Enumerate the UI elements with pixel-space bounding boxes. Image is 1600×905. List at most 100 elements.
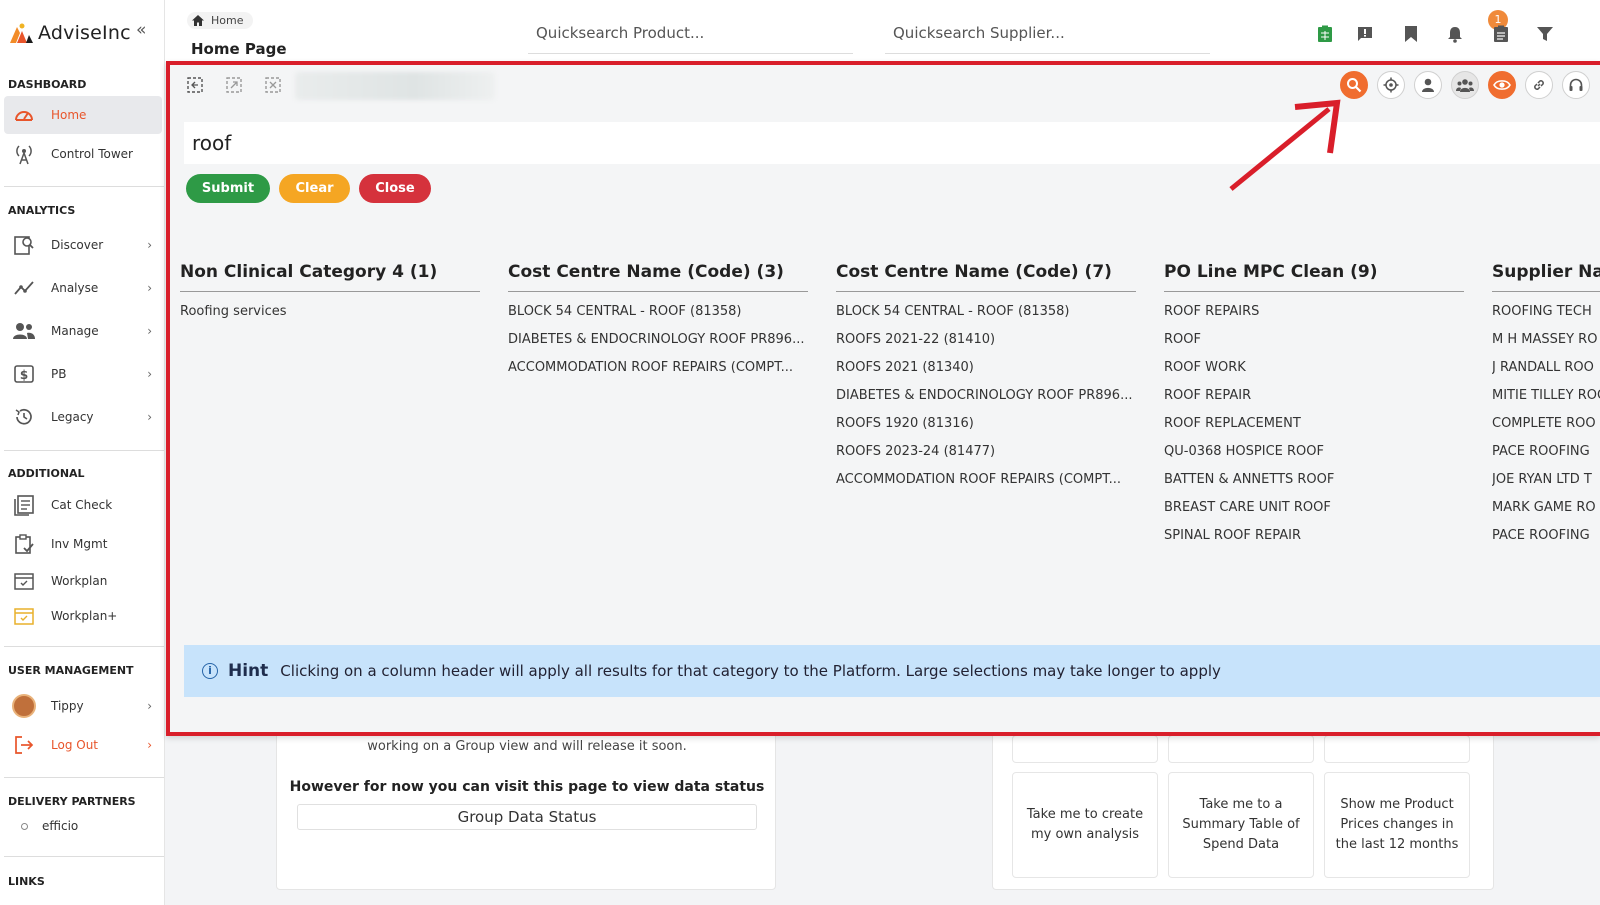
eye-icon[interactable]	[1488, 71, 1516, 99]
sidebar: AdviseInc « DASHBOARD Home Control Tower…	[0, 0, 165, 905]
quick-action-price-changes[interactable]: Show me Product Prices changes in the la…	[1324, 772, 1470, 878]
clipboard-check-icon	[12, 532, 36, 556]
sidebar-item-manage[interactable]: Manage ›	[4, 312, 162, 350]
result-item[interactable]: BLOCK 54 CENTRAL - ROOF (81358)	[508, 300, 808, 328]
feedback-icon[interactable]	[1354, 23, 1376, 45]
result-item[interactable]: ROOF	[1164, 328, 1464, 356]
discover-icon	[12, 233, 36, 257]
clear-button[interactable]: Clear	[279, 174, 350, 203]
result-column: PO Line MPC Clean (9) ROOF REPAIRS ROOF …	[1164, 262, 1464, 552]
result-item[interactable]: COMPLETE ROO	[1492, 412, 1600, 440]
quicksearch-supplier-input[interactable]: Quicksearch Supplier...	[885, 18, 1210, 54]
result-item[interactable]: ROOFS 2021-22 (81410)	[836, 328, 1136, 356]
clipboard-icon[interactable]	[1490, 23, 1512, 45]
column-header-non-clinical-category[interactable]: Non Clinical Category 4 (1)	[180, 262, 480, 292]
sidebar-item-discover[interactable]: Discover ›	[4, 226, 162, 264]
result-item[interactable]: BREAST CARE UNIT ROOF	[1164, 496, 1464, 524]
result-column: Non Clinical Category 4 (1) Roofing serv…	[180, 262, 480, 328]
brand-logo[interactable]: AdviseInc	[8, 18, 131, 48]
sidebar-item-label: Analyse	[51, 281, 99, 295]
column-header-po-line-mpc[interactable]: PO Line MPC Clean (9)	[1164, 262, 1464, 292]
result-item[interactable]: ROOFING TECH	[1492, 300, 1600, 328]
result-item[interactable]: ACCOMMODATION ROOF REPAIRS (COMPT...	[836, 468, 1136, 496]
sidebar-item-user[interactable]: Tippy ›	[4, 687, 162, 725]
result-item[interactable]: ACCOMMODATION ROOF REPAIRS (COMPT...	[508, 356, 808, 384]
result-item[interactable]: ROOF WORK	[1164, 356, 1464, 384]
result-item[interactable]: DIABETES & ENDOCRINOLOGY ROOF PR896...	[508, 328, 808, 356]
group-data-status-button[interactable]: Group Data Status	[297, 804, 757, 830]
user-icon[interactable]	[1414, 71, 1442, 99]
export-selection-icon[interactable]	[223, 74, 245, 96]
sidebar-item-label: Home	[51, 108, 87, 122]
sidebar-item-legacy[interactable]: Legacy ›	[4, 398, 162, 436]
result-item[interactable]: M H MASSEY RO	[1492, 328, 1600, 356]
sidebar-item-label: Legacy	[51, 410, 94, 424]
close-button[interactable]: Close	[359, 174, 431, 203]
filter-icon[interactable]	[1534, 23, 1556, 45]
sidebar-item-control-tower[interactable]: Control Tower	[4, 135, 162, 173]
sidebar-item-home[interactable]: Home	[4, 96, 162, 134]
result-item[interactable]: JOE RYAN LTD T	[1492, 468, 1600, 496]
bookmark-icon[interactable]	[1400, 23, 1422, 45]
result-item[interactable]: PACE ROOFING	[1492, 440, 1600, 468]
result-item[interactable]: ROOF REPAIR	[1164, 384, 1464, 412]
result-item[interactable]: ROOFS 1920 (81316)	[836, 412, 1136, 440]
result-item[interactable]: ROOF REPAIRS	[1164, 300, 1464, 328]
result-item[interactable]: QU-0368 HOSPICE ROOF	[1164, 440, 1464, 468]
link-icon[interactable]	[1525, 71, 1553, 99]
bell-icon[interactable]	[1444, 23, 1466, 45]
quick-action-summary-table[interactable]: Take me to a Summary Table of Spend Data	[1168, 772, 1314, 878]
quick-action-tile[interactable]	[1324, 735, 1470, 763]
sidebar-item-pb[interactable]: $ PB ›	[4, 355, 162, 393]
sidebar-item-analyse[interactable]: Analyse ›	[4, 269, 162, 307]
quick-action-create-analysis[interactable]: Take me to create my own analysis	[1012, 772, 1158, 878]
result-item[interactable]: ROOF REPLACEMENT	[1164, 412, 1464, 440]
sidebar-item-label: Manage	[51, 324, 99, 338]
quick-action-tile[interactable]	[1168, 735, 1314, 763]
chevron-right-icon: ›	[147, 324, 152, 338]
annotation-arrow-icon	[1229, 99, 1341, 191]
result-item[interactable]: MARK GAME RO	[1492, 496, 1600, 524]
column-header-cost-centre-3[interactable]: Cost Centre Name (Code) (3)	[508, 262, 808, 292]
analyse-icon	[12, 276, 36, 300]
group-view-bold-text: However for now you can visit this page …	[289, 779, 765, 795]
headset-icon[interactable]	[1562, 71, 1590, 99]
result-column: Cost Centre Name (Code) (3) BLOCK 54 CEN…	[508, 262, 808, 384]
result-item[interactable]: DIABETES & ENDOCRINOLOGY ROOF PR896...	[836, 384, 1136, 412]
chevron-right-icon: ›	[147, 281, 152, 295]
hint-banner: i Hint Clicking on a column header will …	[184, 645, 1600, 697]
chevron-right-icon: ›	[147, 238, 152, 252]
result-item[interactable]: Roofing services	[180, 300, 480, 328]
result-item[interactable]: J RANDALL ROO	[1492, 356, 1600, 384]
target-icon[interactable]	[1377, 71, 1405, 99]
result-item[interactable]: PACE ROOFING	[1492, 524, 1600, 552]
breadcrumb[interactable]: Home	[187, 12, 254, 29]
column-header-supplier[interactable]: Supplier Na	[1492, 262, 1600, 292]
collapse-sidebar-button[interactable]: «	[136, 20, 146, 40]
clear-selection-icon[interactable]	[262, 74, 284, 96]
select-area-icon[interactable]	[184, 74, 206, 96]
hint-text: Clicking on a column header will apply a…	[280, 662, 1221, 680]
quicksearch-product-input[interactable]: Quicksearch Product...	[528, 18, 853, 54]
submit-button[interactable]: Submit	[186, 174, 270, 203]
result-item[interactable]: MITIE TILLEY ROO	[1492, 384, 1600, 412]
spreadsheet-icon[interactable]	[1314, 23, 1336, 45]
result-item[interactable]: ROOFS 2023-24 (81477)	[836, 440, 1136, 468]
group-icon[interactable]	[1451, 71, 1479, 99]
sidebar-item-workplan-plus[interactable]: Workplan+	[4, 597, 162, 635]
quick-action-tile[interactable]	[1012, 735, 1158, 763]
result-item[interactable]: BLOCK 54 CENTRAL - ROOF (81358)	[836, 300, 1136, 328]
result-item[interactable]: BATTEN & ANNETTS ROOF	[1164, 468, 1464, 496]
antenna-icon	[12, 142, 36, 166]
section-delivery-partners: DELIVERY PARTNERS	[8, 795, 136, 808]
gauge-icon	[12, 103, 36, 127]
sidebar-item-partner[interactable]: efficio	[4, 810, 162, 842]
result-item[interactable]: ROOFS 2021 (81340)	[836, 356, 1136, 384]
sidebar-item-inv-mgmt[interactable]: Inv Mgmt	[4, 525, 162, 563]
sidebar-item-cat-check[interactable]: Cat Check	[4, 486, 162, 524]
search-query-input[interactable]	[184, 122, 1600, 164]
sidebar-item-workplan[interactable]: Workplan	[4, 562, 162, 600]
result-item[interactable]: SPINAL ROOF REPAIR	[1164, 524, 1464, 552]
column-header-cost-centre-7[interactable]: Cost Centre Name (Code) (7)	[836, 262, 1136, 292]
sidebar-item-logout[interactable]: Log Out ›	[4, 726, 162, 764]
